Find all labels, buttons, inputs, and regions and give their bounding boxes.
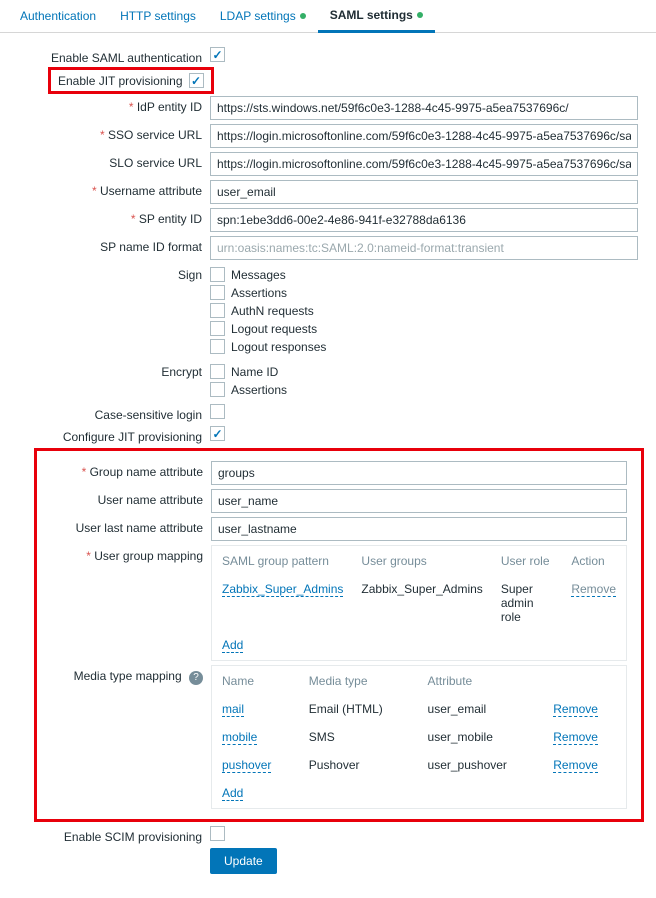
tab-ldap-label: LDAP settings (220, 9, 296, 23)
tab-saml-label: SAML settings (330, 8, 413, 22)
slo-url-input[interactable] (210, 152, 638, 176)
sso-url-input[interactable] (210, 124, 638, 148)
mtm-attr-cell: user_pushover (420, 752, 544, 778)
mtm-attr-cell: user_email (420, 696, 544, 722)
media-type-mapping-table: Name Media type Attribute mail Email (HTM… (211, 665, 627, 809)
mtm-header-mtype: Media type (301, 668, 418, 694)
enable-saml-label: Enable SAML authentication (0, 47, 210, 65)
user-group-mapping-label: User group mapping (41, 545, 211, 563)
ugm-groups-cell: Zabbix_Super_Admins (353, 576, 490, 630)
jit-provisioning-panel: Group name attribute User name attribute… (34, 448, 644, 822)
sign-checkbox-4[interactable] (210, 339, 225, 354)
user-group-mapping-table: SAML group pattern User groups User role… (211, 545, 627, 661)
mtm-name-link[interactable]: mail (222, 702, 244, 717)
tab-saml-settings[interactable]: SAML settings (318, 0, 435, 33)
sp-entity-input[interactable] (210, 208, 638, 232)
slo-url-label: SLO service URL (0, 152, 210, 170)
username-attr-input[interactable] (210, 180, 638, 204)
encrypt-checkbox-0[interactable] (210, 364, 225, 379)
sign-option-label: AuthN requests (231, 304, 314, 318)
tab-http-settings[interactable]: HTTP settings (108, 0, 208, 32)
enable-scim-label: Enable SCIM provisioning (0, 826, 210, 844)
mtm-name-link[interactable]: mobile (222, 730, 257, 745)
ugm-add-link[interactable]: Add (222, 638, 243, 653)
idp-entity-label: IdP entity ID (0, 96, 210, 114)
encrypt-checkbox-1[interactable] (210, 382, 225, 397)
sign-checkbox-0[interactable] (210, 267, 225, 282)
table-row: mail Email (HTML)user_email Remove (214, 696, 624, 722)
tab-authentication[interactable]: Authentication (8, 0, 108, 32)
ugm-header-action: Action (563, 548, 624, 574)
ugm-header-pattern: SAML group pattern (214, 548, 351, 574)
table-row: pushover Pushoveruser_pushover Remove (214, 752, 624, 778)
ugm-header-groups: User groups (353, 548, 490, 574)
user-lastname-attr-input[interactable] (211, 517, 627, 541)
tab-ldap-settings[interactable]: LDAP settings (208, 0, 318, 32)
enable-jit-checkbox[interactable] (189, 73, 204, 88)
sign-checkbox-1[interactable] (210, 285, 225, 300)
ugm-pattern-link[interactable]: Zabbix_Super_Admins (222, 582, 343, 597)
help-icon[interactable]: ? (189, 671, 203, 685)
status-dot-icon (300, 13, 306, 19)
sign-option-label: Logout requests (231, 322, 317, 336)
encrypt-option-label: Name ID (231, 365, 278, 379)
sign-checkbox-3[interactable] (210, 321, 225, 336)
configure-jit-label: Configure JIT provisioning (0, 426, 210, 444)
mtm-mtype-cell: Pushover (301, 752, 418, 778)
mtm-name-link[interactable]: pushover (222, 758, 271, 773)
saml-form: Enable SAML authentication Enable JIT pr… (0, 33, 656, 898)
enable-jit-highlight: Enable JIT provisioning (50, 69, 212, 92)
mtm-remove-link[interactable]: Remove (553, 730, 598, 745)
status-dot-icon (417, 12, 423, 18)
sign-option-label: Assertions (231, 286, 287, 300)
sign-option-label: Messages (231, 268, 286, 282)
user-name-attr-input[interactable] (211, 489, 627, 513)
sign-checkbox-2[interactable] (210, 303, 225, 318)
mtm-remove-link[interactable]: Remove (553, 758, 598, 773)
enable-saml-checkbox[interactable] (210, 47, 225, 62)
mtm-header-attr: Attribute (420, 668, 544, 694)
user-name-attr-label: User name attribute (41, 489, 211, 507)
group-name-attr-input[interactable] (211, 461, 627, 485)
mtm-attr-cell: user_mobile (420, 724, 544, 750)
ugm-remove-link[interactable]: Remove (571, 582, 616, 597)
mtm-mtype-cell: SMS (301, 724, 418, 750)
enable-scim-checkbox[interactable] (210, 826, 225, 841)
sp-nameid-label: SP name ID format (0, 236, 210, 254)
group-name-attr-label: Group name attribute (41, 461, 211, 479)
table-row: mobile SMSuser_mobile Remove (214, 724, 624, 750)
ugm-role-cell: Super admin role (493, 576, 562, 630)
encrypt-option-label: Assertions (231, 383, 287, 397)
ugm-header-role: User role (493, 548, 562, 574)
tabs-bar: Authentication HTTP settings LDAP settin… (0, 0, 656, 33)
sso-url-label: SSO service URL (0, 124, 210, 142)
idp-entity-input[interactable] (210, 96, 638, 120)
mtm-mtype-cell: Email (HTML) (301, 696, 418, 722)
media-type-mapping-label: Media type mapping ? (41, 665, 211, 685)
encrypt-label: Encrypt (0, 361, 210, 379)
sign-label: Sign (0, 264, 210, 282)
enable-jit-label: Enable JIT provisioning (58, 74, 183, 88)
update-button[interactable]: Update (210, 848, 277, 874)
sp-entity-label: SP entity ID (0, 208, 210, 226)
mtm-add-link[interactable]: Add (222, 786, 243, 801)
configure-jit-checkbox[interactable] (210, 426, 225, 441)
table-row: Zabbix_Super_AdminsZabbix_Super_AdminsSu… (214, 576, 624, 630)
mtm-remove-link[interactable]: Remove (553, 702, 598, 717)
user-lastname-attr-label: User last name attribute (41, 517, 211, 535)
mtm-header-name: Name (214, 668, 299, 694)
sp-nameid-input[interactable] (210, 236, 638, 260)
case-sensitive-checkbox[interactable] (210, 404, 225, 419)
mtm-header-action (545, 668, 624, 694)
sign-option-label: Logout responses (231, 340, 326, 354)
mtm-label-text: Media type mapping (74, 669, 182, 683)
case-sensitive-label: Case-sensitive login (0, 404, 210, 422)
username-attr-label: Username attribute (0, 180, 210, 198)
